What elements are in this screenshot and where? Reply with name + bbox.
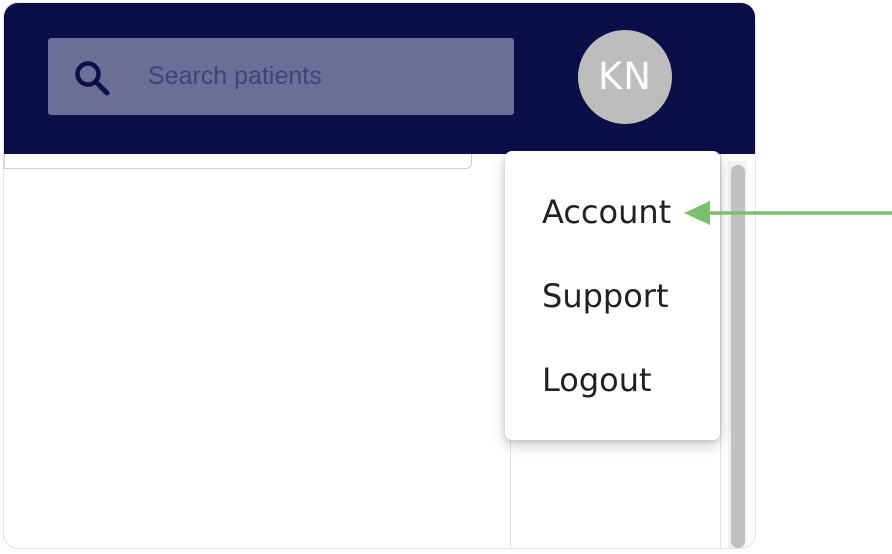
menu-item-support[interactable]: Support	[542, 276, 669, 316]
avatar[interactable]: KN	[578, 30, 672, 124]
user-menu-dropdown: Account Support Logout	[505, 151, 720, 440]
search-input[interactable]	[148, 38, 498, 115]
search-icon	[75, 61, 110, 96]
menu-item-logout[interactable]: Logout	[542, 360, 652, 400]
top-app-bar: KN	[4, 3, 755, 154]
search-box[interactable]	[48, 38, 514, 115]
menu-item-account[interactable]: Account	[542, 192, 671, 232]
content-panel-edge	[4, 154, 472, 169]
annotation-arrow	[684, 201, 892, 225]
app-window: KN Account Support Logout	[4, 3, 755, 548]
